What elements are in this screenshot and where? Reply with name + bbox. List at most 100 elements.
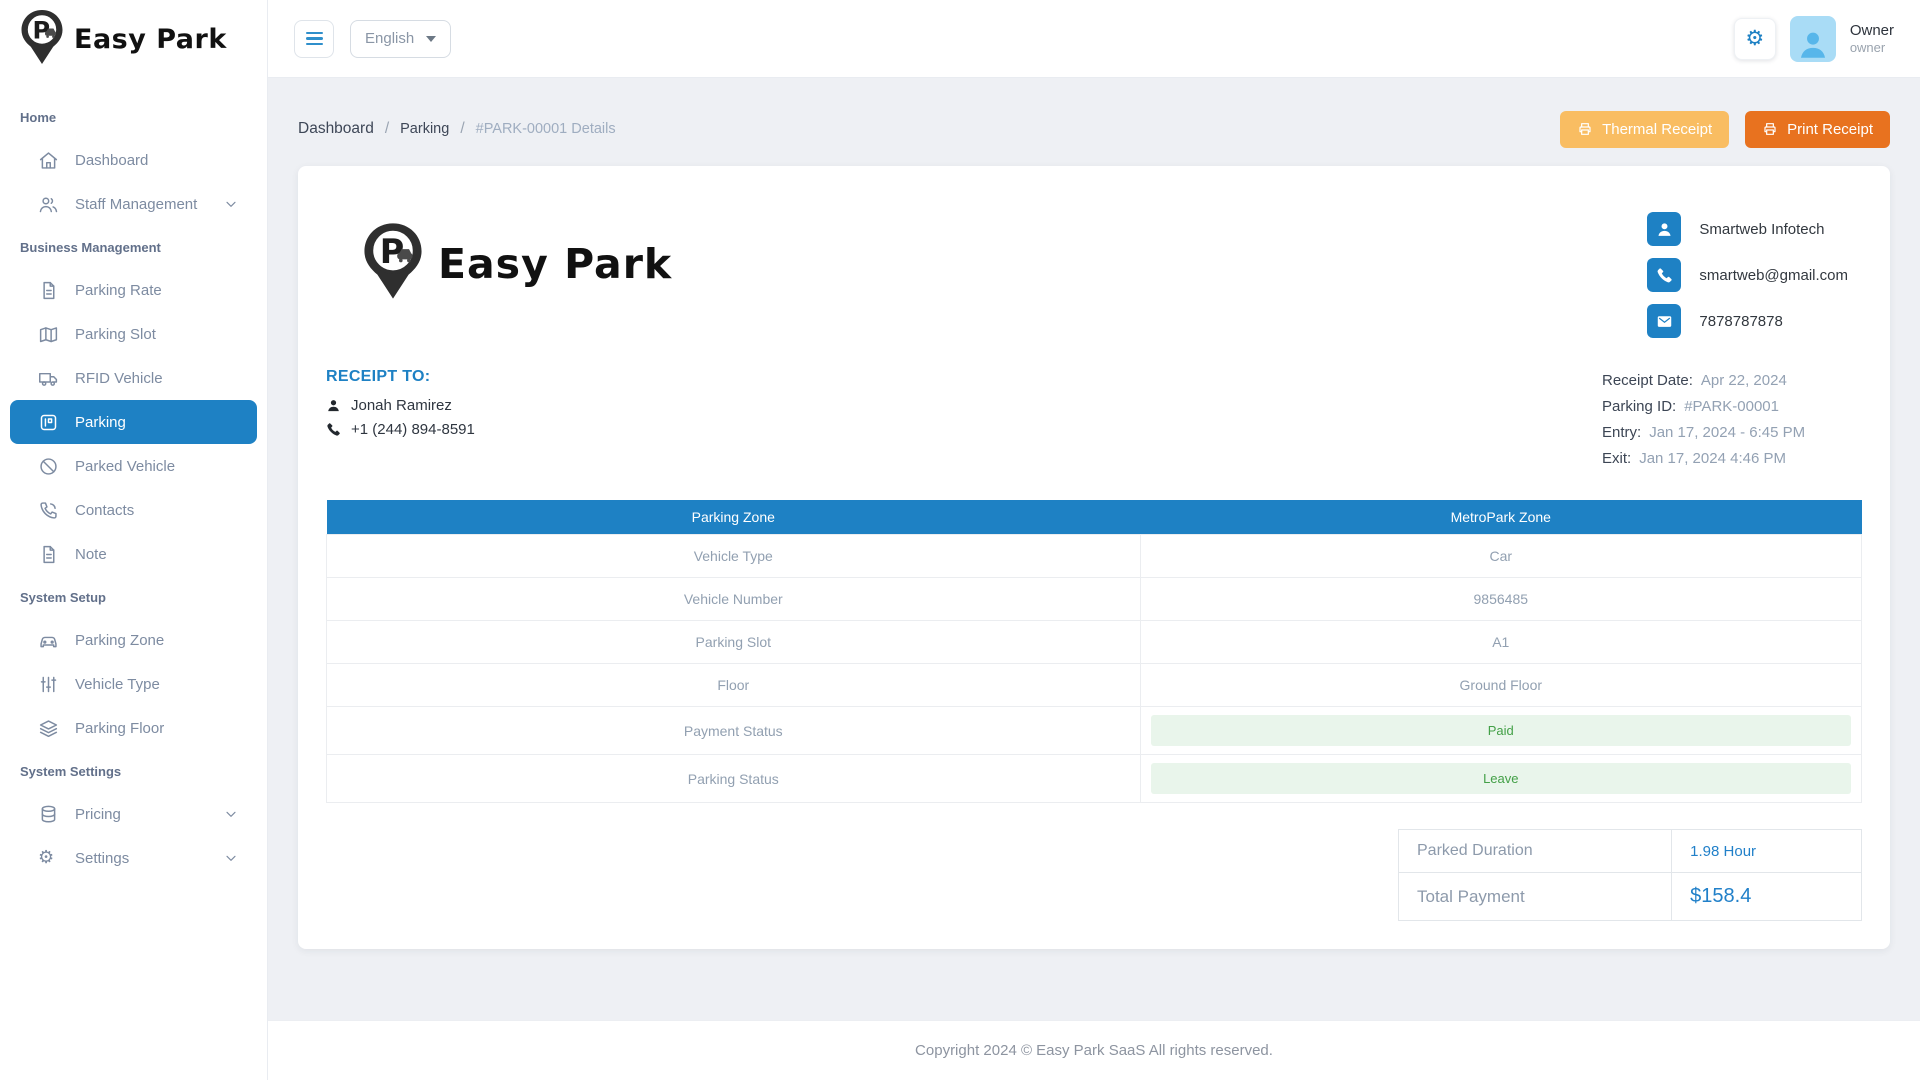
sidebar-item-parking-floor[interactable]: Parking Floor bbox=[10, 706, 257, 750]
sidebar-item-settings[interactable]: ⚙ Settings bbox=[10, 836, 257, 880]
avatar[interactable] bbox=[1790, 16, 1836, 62]
sidebar-item-label: Contacts bbox=[75, 502, 134, 519]
company-name: Smartweb Infotech bbox=[1699, 221, 1824, 238]
row-value: Car bbox=[1140, 535, 1861, 578]
sidebar-item-label: Settings bbox=[75, 850, 129, 867]
parking-details-table: Parking Zone MetroPark Zone Vehicle Type… bbox=[326, 500, 1862, 803]
company-phone-row: 7878787878 bbox=[1647, 304, 1848, 338]
sidebar-item-parked-vehicle[interactable]: Parked Vehicle bbox=[10, 444, 257, 488]
entry-value: Jan 17, 2024 - 6:45 PM bbox=[1649, 424, 1805, 441]
sidebar-section-business-management: Business Management bbox=[0, 226, 267, 268]
table-row: Parked Duration 1.98 Hour bbox=[1399, 830, 1862, 873]
row-value-cell: Leave bbox=[1140, 755, 1861, 803]
settings-button[interactable]: ⚙ bbox=[1734, 18, 1776, 60]
company-email: smartweb@gmail.com bbox=[1699, 267, 1848, 284]
map-icon bbox=[38, 324, 59, 345]
sidebar-toggle-button[interactable] bbox=[294, 20, 334, 58]
sidebar-item-note[interactable]: Note bbox=[10, 532, 257, 576]
table-header-row: Parking Zone MetroPark Zone bbox=[327, 500, 1862, 535]
sidebar-section-system-settings: System Settings bbox=[0, 750, 267, 792]
sidebar-item-dashboard[interactable]: Dashboard bbox=[10, 138, 257, 182]
sidebar-item-parking[interactable]: Parking bbox=[10, 400, 257, 444]
breadcrumb-dashboard[interactable]: Dashboard bbox=[298, 120, 374, 138]
person-icon bbox=[1647, 212, 1681, 246]
language-dropdown[interactable]: English bbox=[350, 20, 451, 58]
sidebar-item-staff-management[interactable]: Staff Management bbox=[10, 182, 257, 226]
phone-icon bbox=[326, 422, 341, 437]
sidebar-item-parking-zone[interactable]: Parking Zone bbox=[10, 618, 257, 662]
row-label: Vehicle Type bbox=[327, 535, 1141, 578]
language-label: English bbox=[365, 30, 414, 47]
sidebar-item-label: Staff Management bbox=[75, 196, 197, 213]
thermal-receipt-button[interactable]: Thermal Receipt bbox=[1560, 111, 1729, 148]
sidebar-nav: Home Dashboard Staff Management Business… bbox=[0, 78, 267, 880]
sidebar-item-pricing[interactable]: Pricing bbox=[10, 792, 257, 836]
caret-down-icon bbox=[426, 36, 436, 42]
hamburger-icon bbox=[306, 32, 323, 35]
gear-icon: ⚙ bbox=[1745, 26, 1764, 51]
phone-icon bbox=[1647, 258, 1681, 292]
breadcrumb-current: #PARK-00001 Details bbox=[476, 121, 616, 137]
users-icon bbox=[38, 194, 59, 215]
exit-row: Exit:Jan 17, 2024 4:46 PM bbox=[1602, 446, 1854, 472]
envelope-icon bbox=[1647, 304, 1681, 338]
breadcrumb-separator: / bbox=[460, 120, 464, 138]
row-value: A1 bbox=[1140, 621, 1861, 664]
parking-id-row: Parking ID: #PARK-00001 bbox=[1602, 394, 1854, 420]
copyright-text: Copyright 2024 © Easy Park SaaS All righ… bbox=[915, 1042, 1273, 1059]
sidebar-logo[interactable]: Easy Park bbox=[0, 0, 267, 78]
company-name-row: Smartweb Infotech bbox=[1647, 212, 1848, 246]
row-value: 9856485 bbox=[1140, 578, 1861, 621]
sidebar-item-label: Parking Zone bbox=[75, 632, 164, 649]
receipt-brand: Easy Park bbox=[362, 222, 672, 305]
sidebar-item-label: RFID Vehicle bbox=[75, 370, 163, 387]
sidebar-item-label: Note bbox=[75, 546, 107, 563]
receipt-date-row: Receipt Date:Apr 22, 2024 bbox=[1602, 368, 1854, 394]
breadcrumb-separator: / bbox=[385, 120, 389, 138]
customer-phone: +1 (244) 894-8591 bbox=[351, 421, 475, 438]
sidebar-item-vehicle-type[interactable]: Vehicle Type bbox=[10, 662, 257, 706]
entry-label: Entry: bbox=[1602, 424, 1641, 441]
company-phone: 7878787878 bbox=[1699, 313, 1782, 330]
user-block[interactable]: Owner owner bbox=[1850, 22, 1894, 55]
company-email-row: smartweb@gmail.com bbox=[1647, 258, 1848, 292]
table-row: Parking Slot A1 bbox=[327, 621, 1862, 664]
print-receipt-label: Print Receipt bbox=[1787, 121, 1873, 138]
sidebar-item-contacts[interactable]: Contacts bbox=[10, 488, 257, 532]
person-icon bbox=[1796, 28, 1830, 62]
thermal-receipt-label: Thermal Receipt bbox=[1602, 121, 1712, 138]
table-row: Floor Ground Floor bbox=[327, 664, 1862, 707]
printer-icon bbox=[1577, 121, 1593, 137]
topbar-right: ⚙ Owner owner bbox=[1734, 16, 1894, 62]
sliders-icon bbox=[38, 674, 59, 695]
customer-phone-row: +1 (244) 894-8591 bbox=[326, 421, 475, 438]
table-row: Vehicle Number 9856485 bbox=[327, 578, 1862, 621]
table-row: Payment Status Paid bbox=[327, 707, 1862, 755]
chevron-down-icon bbox=[223, 806, 239, 822]
breadcrumb-parking[interactable]: Parking bbox=[400, 121, 449, 137]
print-receipt-button[interactable]: Print Receipt bbox=[1745, 111, 1890, 148]
status-badge: Leave bbox=[1151, 763, 1851, 794]
table-row: Total Payment $158.4 bbox=[1399, 873, 1862, 921]
sidebar-item-parking-slot[interactable]: Parking Slot bbox=[10, 312, 257, 356]
receipt-card: Easy Park Smartweb Infotech smartweb@gma… bbox=[298, 166, 1890, 949]
breadcrumb-row: Dashboard / Parking / #PARK-00001 Detail… bbox=[298, 78, 1890, 166]
topbar: English ⚙ Owner owner bbox=[268, 0, 1920, 78]
printer-icon bbox=[1762, 121, 1778, 137]
exit-label: Exit: bbox=[1602, 450, 1631, 467]
sidebar-item-parking-rate[interactable]: Parking Rate bbox=[10, 268, 257, 312]
receipt-meta-block: Receipt Date:Apr 22, 2024 Parking ID: #PA… bbox=[1602, 368, 1854, 472]
row-value: Ground Floor bbox=[1140, 664, 1861, 707]
user-name: Owner bbox=[1850, 22, 1894, 39]
parking-id-value: #PARK-00001 bbox=[1684, 398, 1779, 415]
sidebar-item-label: Pricing bbox=[75, 806, 121, 823]
sidebar-item-rfid-vehicle[interactable]: RFID Vehicle bbox=[10, 356, 257, 400]
sidebar-section-home: Home bbox=[0, 96, 267, 138]
table-header-parking-zone: Parking Zone bbox=[327, 500, 1141, 535]
receipt-to-block: RECEIPT TO: Jonah Ramirez +1 (244) 894-8… bbox=[326, 368, 475, 438]
receipt-date-value: Apr 22, 2024 bbox=[1701, 372, 1787, 389]
sidebar-item-label: Parking bbox=[75, 414, 126, 431]
brand-name: Easy Park bbox=[74, 24, 227, 55]
parking-id-label: Parking ID: bbox=[1602, 398, 1676, 415]
customer-name-row: Jonah Ramirez bbox=[326, 397, 475, 414]
